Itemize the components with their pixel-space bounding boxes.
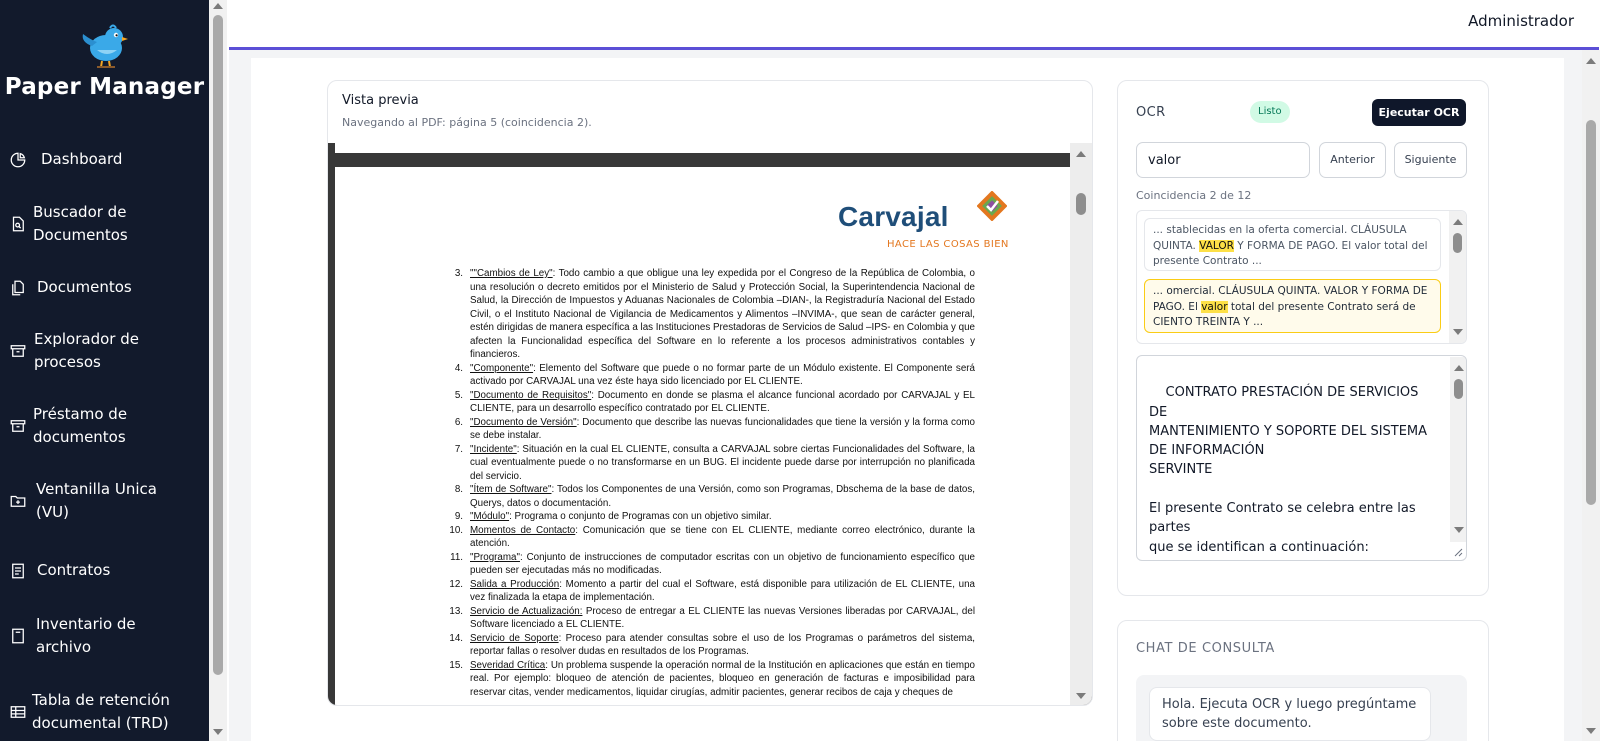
definition-item: 12. Salida a Producción: Momento a partir… bbox=[449, 578, 976, 604]
documents-icon bbox=[8, 278, 28, 298]
sidebar-item-label: Tabla de retención documental (TRD) bbox=[32, 691, 170, 732]
definition-item: 3. ""Cambios de Ley": Todo cambio a que o… bbox=[454, 268, 975, 360]
pdf-previous-page bbox=[335, 143, 1070, 153]
definition-item: 14. Servicio de Soporte: Proceso para ate… bbox=[449, 632, 975, 658]
chat-card: CHAT DE CONSULTA Hola. Ejecuta OCR y lue… bbox=[1117, 620, 1489, 741]
sidebar-item-inventario[interactable]: Inventario de archivo bbox=[0, 613, 209, 659]
sidebar-item-documentos[interactable]: Documentos bbox=[0, 273, 209, 303]
sidebar-item-buscador[interactable]: Buscador de Documentos bbox=[0, 201, 209, 247]
sidebar: Paper Manager Dashboard Buscador de Docu… bbox=[0, 0, 209, 741]
ocr-text-area[interactable]: CONTRATO PRESTACIÓN DE SERVICIOS DE MANT… bbox=[1136, 355, 1467, 561]
match-result-item[interactable]: ... stablecidas en la oferta comercial. … bbox=[1144, 218, 1441, 271]
sidebar-scroll-thumb[interactable] bbox=[213, 15, 223, 675]
ocr-text-scroll-thumb[interactable] bbox=[1454, 379, 1463, 399]
definitions-list: 3. ""Cambios de Ley": Todo cambio a que o… bbox=[445, 267, 975, 699]
page-scroll-thumb[interactable] bbox=[1586, 120, 1596, 505]
preview-card: Vista previa Navegando al PDF: página 5 … bbox=[327, 80, 1093, 706]
definition-item: 4. "Componente": Elemento del Software qu… bbox=[454, 362, 975, 388]
table-icon bbox=[8, 702, 28, 722]
scroll-up-arrow-icon[interactable] bbox=[1453, 219, 1463, 225]
archive-box-icon bbox=[8, 416, 28, 436]
ocr-card: OCR Listo Ejecutar OCR Anterior Siguient… bbox=[1117, 80, 1489, 596]
scroll-down-arrow-icon[interactable] bbox=[1586, 728, 1596, 734]
sidebar-item-ventanilla[interactable]: Ventanilla Unica (VU) bbox=[0, 478, 209, 524]
definition-item: 13. Servicio de Actualización: Proceso de… bbox=[449, 605, 976, 631]
sidebar-item-label: Contratos bbox=[37, 561, 111, 579]
scroll-down-arrow-icon[interactable] bbox=[213, 729, 223, 735]
contract-icon bbox=[8, 561, 28, 581]
folder-plus-icon bbox=[8, 491, 28, 511]
pdf-viewer[interactable]: Carvajal HACE LAS COSAS BIEN 3. ""Cambios… bbox=[328, 143, 1092, 705]
run-ocr-button[interactable]: Ejecutar OCR bbox=[1372, 99, 1466, 126]
sidebar-item-label: Inventario de archivo bbox=[36, 615, 136, 656]
pdf-page: Carvajal HACE LAS COSAS BIEN 3. ""Cambios… bbox=[335, 167, 1070, 705]
scroll-up-arrow-icon[interactable] bbox=[213, 3, 223, 9]
definition-item: 7. "Incidente": Situación en la cual EL C… bbox=[454, 443, 975, 482]
previous-match-button[interactable]: Anterior bbox=[1319, 142, 1386, 178]
match-result-item-active[interactable]: ... omercial. CLÁUSULA QUINTA. VALOR Y F… bbox=[1144, 279, 1441, 333]
ocr-search-input[interactable] bbox=[1136, 142, 1310, 178]
sidebar-item-label: Dashboard bbox=[41, 150, 123, 168]
preview-status: Navegando al PDF: página 5 (coincidencia… bbox=[342, 116, 592, 129]
sidebar-item-trd[interactable]: Tabla de retención documental (TRD) bbox=[0, 689, 209, 735]
highlighted-term: valor bbox=[1201, 300, 1228, 313]
sidebar-item-label: Ventanilla Unica (VU) bbox=[36, 480, 157, 521]
definition-item: 8. "Ítem de Software": Todos los Componen… bbox=[454, 484, 975, 509]
brand-logo[interactable]: Paper Manager bbox=[0, 22, 209, 100]
matches-scrollbar[interactable] bbox=[1449, 211, 1466, 343]
ocr-text-scrollbar[interactable] bbox=[1450, 357, 1466, 542]
definition-item: 5. "Documento de Requisitos": Documento e… bbox=[454, 389, 975, 415]
carvajal-tagline: HACE LAS COSAS BIEN bbox=[887, 239, 1009, 250]
sidebar-item-prestamo[interactable]: Préstamo de documentos bbox=[0, 403, 209, 449]
pdf-scroll-thumb[interactable] bbox=[1076, 193, 1086, 215]
scroll-up-arrow-icon[interactable] bbox=[1076, 151, 1086, 157]
top-bar: Administrador bbox=[227, 0, 1582, 48]
sidebar-item-label: Explorador de procesos bbox=[34, 330, 139, 371]
inventory-icon bbox=[8, 626, 28, 646]
sidebar-item-explorador[interactable]: Explorador de procesos bbox=[0, 328, 209, 374]
highlighted-term: VALOR bbox=[1199, 239, 1234, 252]
pie-chart-icon bbox=[8, 150, 28, 170]
scroll-down-arrow-icon[interactable] bbox=[1454, 527, 1464, 533]
matches-scroll-thumb[interactable] bbox=[1453, 233, 1462, 253]
page-scrollbar[interactable] bbox=[1582, 50, 1600, 741]
definition-item: 15. Severidad Crítica: Un problema suspen… bbox=[449, 659, 975, 698]
sidebar-item-label: Préstamo de documentos bbox=[33, 405, 128, 446]
user-name[interactable]: Administrador bbox=[1468, 12, 1574, 30]
sidebar-item-dashboard[interactable]: Dashboard bbox=[0, 145, 209, 175]
next-match-button[interactable]: Siguiente bbox=[1394, 142, 1467, 178]
carvajal-logo-text: Carvajal bbox=[838, 201, 949, 232]
scroll-up-arrow-icon[interactable] bbox=[1586, 58, 1596, 64]
definition-item: 9. "Módulo": Programa o conjunto de Progr… bbox=[454, 511, 772, 522]
ocr-full-text: CONTRATO PRESTACIÓN DE SERVICIOS DE MANT… bbox=[1149, 385, 1428, 555]
definition-item: 10. Momentos de Contacto: Comunicación qu… bbox=[449, 524, 975, 550]
pdf-scrollbar[interactable] bbox=[1070, 143, 1092, 705]
scroll-up-arrow-icon[interactable] bbox=[1454, 365, 1464, 371]
status-badge: Listo bbox=[1250, 101, 1290, 123]
bird-logo-icon bbox=[82, 24, 128, 68]
chat-messages: Hola. Ejecuta OCR y luego pregúntame sob… bbox=[1136, 675, 1467, 741]
archive-box-icon bbox=[8, 341, 28, 361]
scroll-down-arrow-icon[interactable] bbox=[1076, 693, 1086, 699]
ocr-title: OCR bbox=[1136, 105, 1166, 120]
definition-item: 11. "Programa": Conjunto de instrucciones… bbox=[450, 551, 975, 577]
sidebar-item-label: Documentos bbox=[37, 278, 132, 296]
chat-title: CHAT DE CONSULTA bbox=[1136, 641, 1275, 656]
carvajal-logo-icon bbox=[977, 191, 1007, 221]
resize-handle-icon[interactable] bbox=[1453, 547, 1463, 557]
match-results-list: ... stablecidas en la oferta comercial. … bbox=[1136, 210, 1467, 344]
sidebar-item-contratos[interactable]: Contratos bbox=[0, 556, 209, 586]
scroll-down-arrow-icon[interactable] bbox=[1453, 329, 1463, 335]
definition-item: 6. "Documento de Versión": Documento que … bbox=[454, 416, 975, 442]
brand-name: Paper Manager bbox=[4, 74, 205, 100]
document-search-icon bbox=[8, 214, 28, 234]
assistant-message: Hola. Ejecuta OCR y luego pregúntame sob… bbox=[1149, 687, 1431, 741]
sidebar-scrollbar[interactable] bbox=[209, 0, 227, 741]
sidebar-item-label: Buscador de Documentos bbox=[33, 203, 128, 244]
match-counter: Coincidencia 2 de 12 bbox=[1136, 189, 1252, 202]
preview-title: Vista previa bbox=[342, 93, 419, 108]
